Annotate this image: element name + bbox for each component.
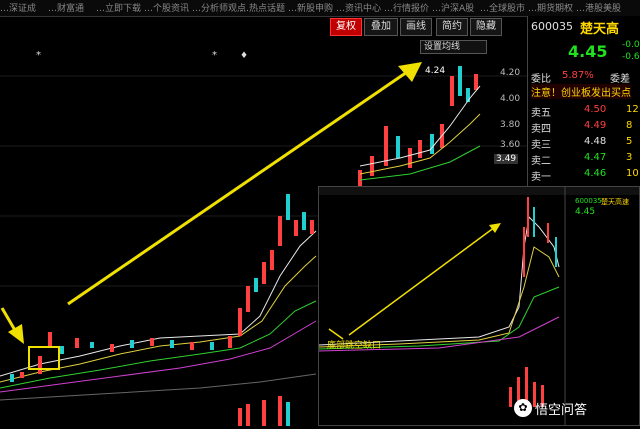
jianyue-button[interactable]: 简约 [436, 18, 468, 36]
top-tab[interactable]: …立即下载 [96, 1, 141, 14]
top-tab[interactable]: …财富通 [48, 1, 84, 14]
ask-label: 卖三 [531, 140, 551, 151]
price-label-current: 3.49 [494, 154, 519, 164]
watermark: ✿ 悟空问答 [514, 397, 587, 419]
fuquan-button[interactable]: 复权 [330, 18, 362, 36]
top-tab[interactable]: …分析师观点 [192, 1, 246, 14]
arrow-main-head [398, 62, 422, 82]
ask-volume: 3 [626, 152, 633, 163]
ask-label: 卖一 [531, 172, 551, 183]
top-tab[interactable]: …新股申购 [288, 1, 333, 14]
inset-stock-name: 楚天高速 [601, 198, 629, 206]
price-label: 4.00 [500, 94, 521, 104]
inset-chart [318, 187, 639, 425]
ask-volume: 8 [626, 120, 633, 131]
ask-label: 卖二 [531, 156, 551, 167]
diejia-button[interactable]: 叠加 [364, 18, 398, 36]
candles-upper [358, 66, 478, 186]
top-tab[interactable]: …深证成 [0, 1, 36, 14]
ask-label: 卖五 [531, 108, 551, 119]
wukong-logo-icon: ✿ [514, 399, 532, 417]
top-tab[interactable]: …沪深A股 [432, 1, 474, 14]
stock-change: -0.0 [622, 40, 640, 50]
yincang-button[interactable]: 隐藏 [470, 18, 502, 36]
top-tab[interactable]: …资讯中心 [336, 1, 381, 14]
arrow-left-head [8, 324, 24, 344]
ask-volume: 12 [626, 104, 639, 115]
inset-stock-price: 4.45 [575, 207, 596, 217]
ask-label: 卖四 [531, 124, 551, 135]
arrow-left-line [0, 307, 18, 333]
ma-line-green [0, 300, 317, 389]
stock-code: 600035 [531, 20, 573, 33]
price-label: 3.80 [500, 120, 521, 130]
top-tab-bar: …深证成 …财富通 …立即下载 …个股资讯 …分析师观点 …热点话题 …新股申购 …资讯中心…… [0, 0, 640, 17]
stock-change-pct: -0.6 [622, 52, 640, 62]
marker-star: ♦ [240, 51, 248, 61]
top-tab[interactable]: …行情报价 [384, 1, 429, 14]
ask-price: 4.47 [584, 152, 607, 163]
ask-price: 4.48 [584, 136, 607, 147]
huaxian-button[interactable]: 画线 [400, 18, 432, 36]
set-ma-dropdown[interactable]: 设置均线 [420, 40, 487, 54]
gap-highlight-box [28, 346, 60, 370]
watermark-text: 悟空问答 [535, 402, 588, 418]
top-tab[interactable]: …热点话题 [240, 1, 285, 14]
marker-star: * [212, 50, 217, 61]
price-label: 3.60 [500, 140, 521, 150]
ask-volume: 5 [626, 136, 633, 147]
volume-bars [238, 396, 290, 426]
high-price-marker: 4.24 [425, 66, 446, 76]
top-tab[interactable]: …个股资讯 [144, 1, 189, 14]
top-tab[interactable]: …期货期权 [528, 1, 573, 14]
ask-price: 4.49 [584, 120, 607, 131]
inset-screenshot: 600035 楚天高速 4.45 [318, 186, 640, 426]
stock-price: 4.45 [568, 42, 608, 61]
quote-panel: 600035 楚天高 4.45 -0.0 -0.6 委比 5.87% 委差 注意… [527, 16, 640, 201]
price-label: 4.20 [500, 68, 521, 78]
weibi-value: 5.87% [562, 70, 594, 81]
marker-star: * [36, 50, 41, 61]
buy-signal-notice: 注意！创业板发出买点 [531, 84, 631, 99]
ask-volume: 10 [626, 168, 639, 179]
ma-line-gray [0, 373, 317, 401]
ask-price: 4.50 [584, 104, 607, 115]
weibi-label: 委比 [531, 74, 551, 85]
top-tab[interactable]: …全球股市 [480, 1, 525, 14]
weicha-label: 委差 [610, 74, 630, 85]
ask-price: 4.46 [584, 168, 607, 179]
inset-stock-code: 600035 [575, 197, 602, 205]
gap-annotation: 底部跳空缺口 [327, 341, 382, 351]
top-tab[interactable]: …港股美股 [576, 1, 621, 14]
stock-name: 楚天高 [580, 22, 620, 37]
